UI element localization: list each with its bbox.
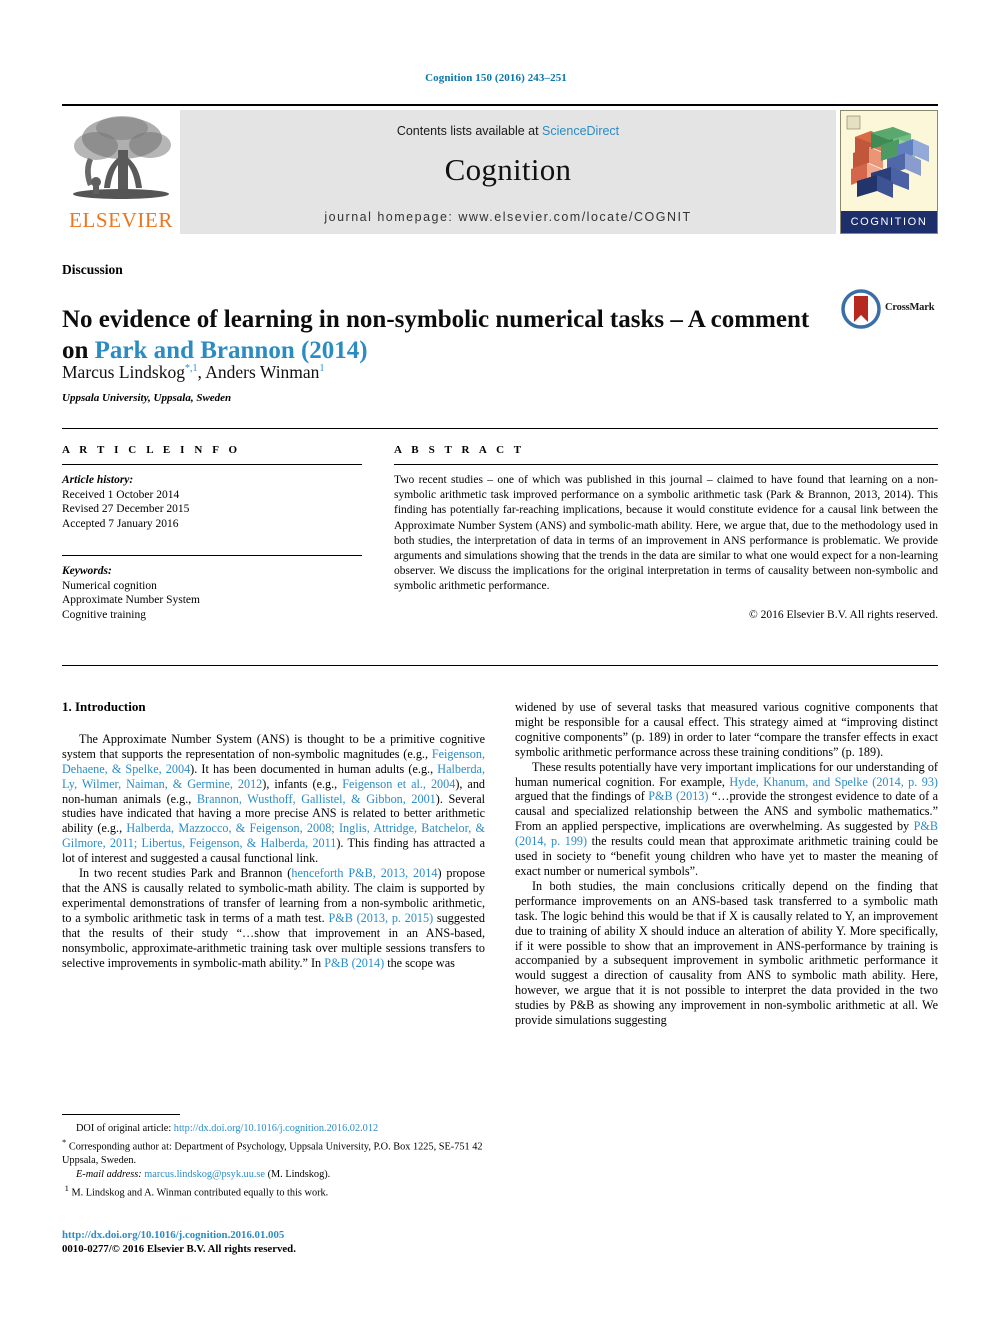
abstract-rule <box>394 464 938 465</box>
affiliation: Uppsala University, Uppsala, Sweden <box>62 392 232 404</box>
elsevier-logo: ELSEVIER <box>62 110 180 234</box>
journal-cover-thumbnail: COGNITION <box>840 110 938 234</box>
crossmark-badge[interactable]: CrossMark <box>841 289 937 331</box>
elsevier-wordmark: ELSEVIER <box>69 208 173 232</box>
paragraph-text: ), infants (e.g., <box>262 776 343 791</box>
article-doi-link[interactable]: http://dx.doi.org/10.1016/j.cognition.20… <box>62 1228 485 1242</box>
body-paragraph: In both studies, the main conclusions cr… <box>515 879 938 1028</box>
history-item: Revised 27 December 2015 <box>62 503 190 515</box>
title-reference-link[interactable]: Park and Brannon (2014) <box>95 337 368 364</box>
right-paragraphs: widened by use of several tasks that mea… <box>515 700 938 1028</box>
footnote-one-marker: 1 <box>64 1183 69 1194</box>
abstract-text: Two recent studies – one of which was pu… <box>394 474 938 593</box>
abstract-copyright: © 2016 Elsevier B.V. All rights reserved… <box>749 608 938 621</box>
history-item: Received 1 October 2014 <box>62 488 180 501</box>
footnote-email-link[interactable]: marcus.lindskog@psyk.uu.se <box>144 1169 265 1180</box>
author-name-1: Marcus Lindskog <box>62 362 185 382</box>
body-column-left: 1. Introduction The Approximate Number S… <box>62 699 485 971</box>
left-paragraphs: The Approximate Number System (ANS) is t… <box>62 732 485 971</box>
sciencedirect-banner: Contents lists available at ScienceDirec… <box>180 110 836 234</box>
abstract-heading: A B S T R A C T <box>394 444 525 456</box>
article-history-label: Article history: <box>62 474 134 486</box>
journal-masthead: ELSEVIER Contents lists available at Sci… <box>62 104 938 234</box>
paragraph-text: argued that the findings of <box>515 789 649 804</box>
paper-page: Cognition 150 (2016) 243–251 ELSEVIER Co… <box>0 0 992 1323</box>
body-paragraph: In two recent studies Park and Brannon (… <box>62 866 485 970</box>
article-history-block: Article history: Received 1 October 2014… <box>62 473 362 531</box>
history-item: Accepted 7 January 2016 <box>62 517 179 530</box>
section-heading-introduction: 1. Introduction <box>62 699 146 714</box>
citation-link[interactable]: P&B (2014) <box>324 956 384 970</box>
body-paragraph: widened by use of several tasks that mea… <box>515 700 938 760</box>
citation-link[interactable]: henceforth P&B, 2013, 2014 <box>291 866 437 880</box>
paragraph-text: The Approximate Number System (ANS) is t… <box>62 731 485 761</box>
journal-title: Cognition <box>444 152 572 187</box>
footnote-equal-contribution: 1 M. Lindskog and A. Winman contributed … <box>62 1182 485 1200</box>
author-2-markers[interactable]: 1 <box>319 363 324 374</box>
footnote-email: E-mail address: marcus.lindskog@psyk.uu.… <box>62 1168 485 1181</box>
footnote-doi-link[interactable]: http://dx.doi.org/10.1016/j.cognition.20… <box>174 1123 378 1134</box>
citation-link[interactable]: P&B (2013) <box>648 789 708 803</box>
info-divider-top <box>62 428 938 429</box>
author-1-markers[interactable]: *,1 <box>185 363 198 374</box>
crossmark-icon <box>841 289 881 329</box>
paragraph-text: In both studies, the main conclusions cr… <box>515 878 938 1028</box>
contents-lists-prefix: Contents lists available at <box>396 124 543 138</box>
keyword-item: Cognitive training <box>62 608 147 621</box>
keywords-block: Keywords: Numerical cognition Approximat… <box>62 564 362 622</box>
page-title: No evidence of learning in non-symbolic … <box>62 304 822 366</box>
paragraph-text: In two recent studies Park and Brannon ( <box>79 866 292 881</box>
footnote-email-suffix: (M. Lindskog). <box>265 1169 331 1181</box>
citation-link[interactable]: Hyde, Khanum, and Spelke (2014, p. 93) <box>729 775 938 789</box>
keyword-item: Approximate Number System <box>62 594 200 606</box>
citation-link[interactable]: Brannon, Wusthoff, Gallistel, & Gibbon, … <box>197 792 436 806</box>
contents-lists-line: Contents lists available at ScienceDirec… <box>180 124 836 138</box>
journal-homepage-link[interactable]: journal homepage: www.elsevier.com/locat… <box>180 210 836 224</box>
paragraph-text: widened by use of several tasks that mea… <box>515 700 938 759</box>
body-divider <box>62 665 938 666</box>
sciencedirect-link[interactable]: ScienceDirect <box>542 124 619 138</box>
citation-link[interactable]: Feigenson et al., 2004 <box>342 777 455 791</box>
keywords-label: Keywords: <box>62 565 112 577</box>
citation-link[interactable]: P&B (2013, p. 2015) <box>328 911 433 925</box>
body-column-right: widened by use of several tasks that mea… <box>515 700 938 1028</box>
body-paragraph: The Approximate Number System (ANS) is t… <box>62 732 485 866</box>
footnote-corresponding-text: Corresponding author at: Department of P… <box>62 1141 483 1166</box>
footnote-divider <box>62 1114 180 1115</box>
keywords-rule <box>62 555 362 556</box>
article-info-rule <box>62 464 362 465</box>
footnote-star-marker: * <box>62 1137 67 1148</box>
running-head: Cognition 150 (2016) 243–251 <box>425 72 567 84</box>
footnote-doi: DOI of original article: http://dx.doi.o… <box>62 1122 485 1135</box>
author-list: Marcus Lindskog*,1, Anders Winman1 <box>62 362 324 383</box>
issn-copyright-line: 0010-0277/© 2016 Elsevier B.V. All right… <box>62 1243 296 1255</box>
keyword-item: Numerical cognition <box>62 579 157 592</box>
author-separator: , Anders Winman <box>197 362 320 382</box>
abstract-column: A B S T R A C T Two recent studies – one… <box>394 444 938 621</box>
footnotes-block: DOI of original article: http://dx.doi.o… <box>62 1122 485 1201</box>
crossmark-label: CrossMark <box>885 302 935 313</box>
cognition-cover-wordmark: COGNITION <box>841 211 937 233</box>
footnote-email-label: E-mail address: <box>76 1169 145 1181</box>
article-info-column: A R T I C L E I N F O Article history: R… <box>62 444 362 622</box>
paragraph-text: the scope was <box>384 955 455 970</box>
body-paragraph: These results potentially have very impo… <box>515 760 938 879</box>
article-info-heading: A R T I C L E I N F O <box>62 444 241 456</box>
footnote-doi-label: DOI of original article: <box>76 1123 174 1134</box>
footnote-equal-text: M. Lindskog and A. Winman contributed eq… <box>71 1187 329 1199</box>
imprint-block: http://dx.doi.org/10.1016/j.cognition.20… <box>62 1228 485 1256</box>
elsevier-tree-icon <box>73 116 171 199</box>
footnote-corresponding: * Corresponding author at: Department of… <box>62 1136 485 1167</box>
cognition-cover-artwork <box>841 111 937 213</box>
paragraph-text: ). It has been documented in human adult… <box>190 761 438 776</box>
article-type: Discussion <box>62 262 123 277</box>
